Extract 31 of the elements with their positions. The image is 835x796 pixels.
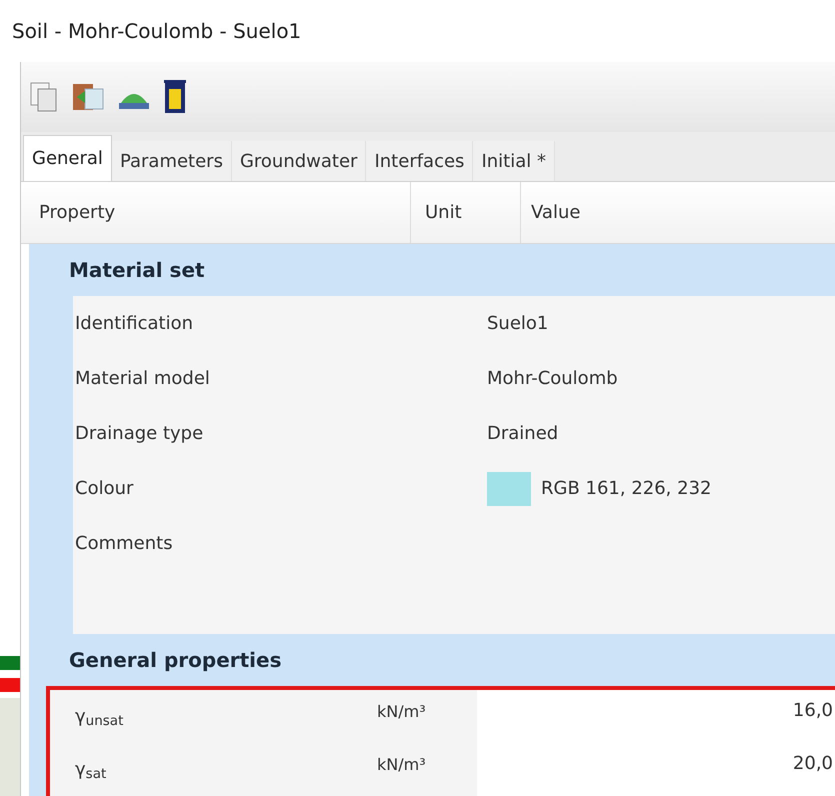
group-header: General properties: [68, 647, 283, 674]
value-text: Mohr-Coulomb: [487, 367, 618, 391]
property-label: Material model: [74, 367, 211, 391]
group-header: Material set: [68, 257, 206, 284]
value-text: 16,0: [792, 699, 834, 723]
copy-icon[interactable]: [29, 81, 59, 113]
value-text: Drained: [487, 422, 558, 446]
column-header[interactable]: Unit: [411, 182, 521, 243]
tab[interactable]: Parameters: [112, 141, 232, 181]
column-header[interactable]: Property: [21, 182, 411, 243]
column-header[interactable]: Value: [521, 182, 835, 243]
tab[interactable]: Initial *: [473, 141, 555, 181]
tab[interactable]: General: [23, 135, 112, 181]
unit-label: kN/m³: [377, 701, 426, 723]
import-icon[interactable]: [71, 81, 105, 113]
property-label: Colour: [74, 477, 134, 501]
value-text: 20,0: [792, 752, 834, 776]
tab[interactable]: Groundwater: [232, 141, 366, 181]
property-label: Identification: [74, 312, 194, 336]
unit-label: kN/m³: [377, 754, 426, 776]
tab[interactable]: Interfaces: [366, 141, 474, 181]
property-label: γ$_{unsat}$: [74, 705, 124, 730]
container-icon[interactable]: [163, 79, 187, 115]
property-label: Drainage type: [74, 422, 204, 446]
window-strip: [0, 656, 20, 670]
colour-swatch[interactable]: [487, 472, 531, 506]
property-label: Comments: [74, 532, 174, 556]
property-label: γ$_{sat}$: [74, 758, 108, 783]
value-text: RGB 161, 226, 232: [541, 477, 712, 501]
value-text: Suelo1: [487, 312, 548, 336]
window-strip: [0, 678, 20, 692]
